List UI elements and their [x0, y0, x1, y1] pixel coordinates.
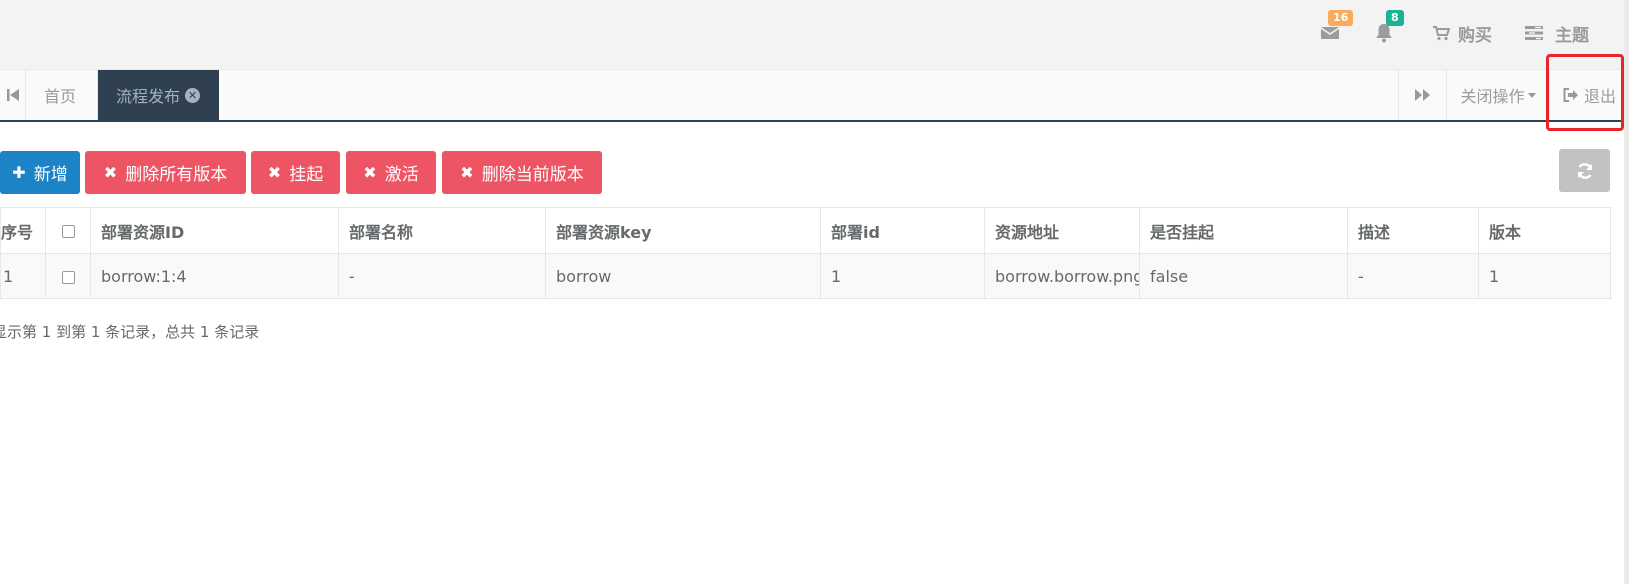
table-cell: 1 [0, 253, 46, 299]
activate-button[interactable]: ✖ 激活 [346, 151, 436, 194]
select-all-checkbox[interactable] [61, 225, 75, 238]
notifications-badge: 8 [1386, 10, 1404, 26]
buy-label: 购买 [1458, 25, 1492, 46]
column-header[interactable]: 部署id [820, 207, 985, 254]
close-operations-dropdown[interactable]: 关闭操作 [1446, 70, 1549, 120]
messages-badge: 16 [1328, 10, 1354, 26]
table-cell: borrow.borrow.png [984, 253, 1140, 299]
column-header[interactable]: 是否挂起 [1139, 207, 1348, 254]
select-all-cell [45, 207, 91, 254]
tab-close-icon[interactable]: ✕ [185, 87, 201, 103]
column-header[interactable]: 描述 [1347, 207, 1479, 254]
refresh-button[interactable] [1559, 149, 1610, 192]
table-header-row: 序号 部署资源ID 部署名称 部署资源key 部署id 资源地址 是否挂起 描述… [0, 207, 1611, 254]
notifications-button[interactable]: 8 [1375, 10, 1404, 48]
row-checkbox[interactable] [61, 270, 75, 284]
logout-button[interactable]: 退出 [1549, 70, 1629, 120]
delete-current-version-button[interactable]: ✖ 删除当前版本 [442, 151, 602, 194]
theme-link[interactable]: 主题 [1525, 18, 1589, 48]
buy-link[interactable]: 购买 [1432, 18, 1492, 48]
column-header[interactable]: 部署资源ID [90, 207, 339, 254]
table-cell: - [338, 253, 546, 299]
pagination-info: 显示第 1 到第 1 条记录，总共 1 条记录 [0, 323, 260, 341]
suspend-label: 挂起 [289, 165, 324, 185]
sign-out-icon [1563, 88, 1578, 102]
table-cell: 1 [1478, 253, 1611, 299]
times-icon: ✖ [267, 163, 282, 182]
suspend-button[interactable]: ✖ 挂起 [251, 151, 340, 194]
cart-icon [1433, 26, 1450, 41]
table-row[interactable]: 1 borrow:1:4 - borrow 1 borrow.borrow.pn… [0, 253, 1611, 299]
caret-down-icon [1527, 92, 1536, 98]
tabs-scroll-left-button[interactable] [0, 70, 26, 120]
delete-all-versions-label: 删除所有版本 [125, 165, 228, 185]
add-button-label: 新增 [33, 165, 68, 185]
table-cell: 1 [820, 253, 985, 299]
messages-button[interactable]: 16 [1320, 10, 1354, 48]
select-cell [45, 253, 91, 299]
refresh-icon [1577, 162, 1592, 179]
column-header[interactable]: 版本 [1478, 207, 1611, 254]
forward-icon [1414, 89, 1430, 101]
tab-process-publish[interactable]: 流程发布 ✕ [98, 70, 219, 120]
deployments-table: 序号 部署资源ID 部署名称 部署资源key 部署id 资源地址 是否挂起 描述… [0, 207, 1611, 299]
times-icon: ✖ [103, 163, 118, 182]
delete-current-version-label: 删除当前版本 [481, 165, 584, 185]
table-cell: borrow [545, 253, 821, 299]
add-button[interactable]: ✚ 新增 [0, 151, 80, 194]
column-header[interactable]: 部署资源key [545, 207, 821, 254]
tab-process-publish-label: 流程发布 [116, 87, 181, 106]
envelope-icon [1320, 27, 1340, 39]
backward-icon [6, 89, 19, 101]
times-icon: ✖ [460, 163, 474, 182]
plus-icon: ✚ [12, 163, 26, 182]
close-operations-label: 关闭操作 [1460, 87, 1525, 106]
theme-label: 主题 [1555, 25, 1589, 46]
tabs-scroll-right-button[interactable] [1398, 70, 1446, 120]
column-header[interactable]: 序号 [0, 207, 46, 254]
times-icon: ✖ [363, 163, 377, 182]
column-header[interactable]: 部署名称 [338, 207, 546, 254]
activate-label: 激活 [384, 165, 419, 185]
logout-label: 退出 [1583, 87, 1616, 106]
window-edge [1624, 0, 1629, 584]
top-navbar: 16 8 购买 主题 [0, 0, 1629, 70]
column-header[interactable]: 资源地址 [984, 207, 1140, 254]
tasks-icon [1525, 26, 1543, 40]
table-cell: borrow:1:4 [90, 253, 339, 299]
tab-home[interactable]: 首页 [26, 70, 98, 120]
page-tabs-bar: 首页 流程发布 ✕ 关闭操作 退出 [0, 70, 1629, 122]
delete-all-versions-button[interactable]: ✖ 删除所有版本 [85, 151, 246, 194]
table-cell: false [1139, 253, 1348, 299]
bell-icon [1376, 24, 1392, 43]
table-cell: - [1347, 253, 1479, 299]
